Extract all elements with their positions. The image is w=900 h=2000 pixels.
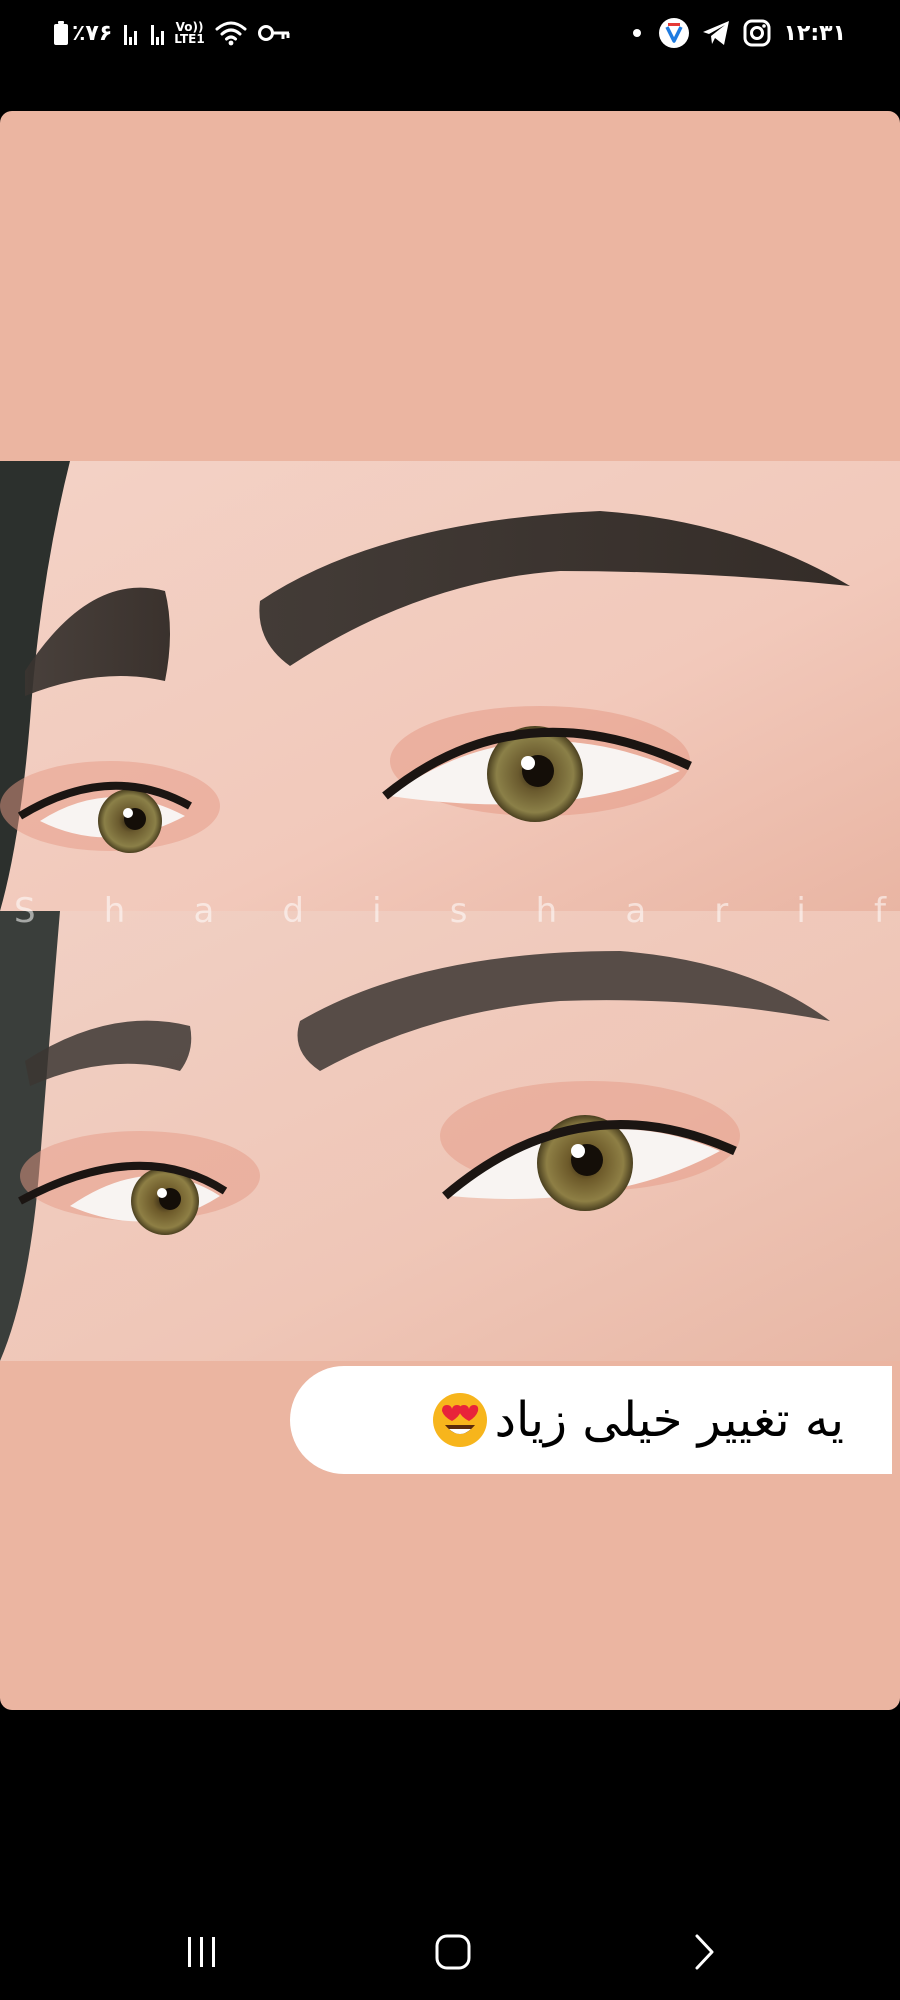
status-time: ۱۲:۳۱ bbox=[783, 20, 846, 46]
before-photo bbox=[0, 911, 900, 1361]
eyes-close-up-image-before bbox=[0, 911, 900, 1361]
eyes-close-up-image bbox=[0, 461, 900, 911]
heart-eyes-emoji-icon bbox=[432, 1393, 487, 1447]
signal-icon-sim2 bbox=[151, 21, 166, 45]
caption-text: یه تغییر خیلی زیاد bbox=[494, 1392, 844, 1448]
signal-icon bbox=[124, 21, 139, 45]
after-photo bbox=[0, 461, 900, 911]
dot-icon bbox=[633, 29, 642, 37]
telegram-icon bbox=[703, 21, 730, 45]
caption-bubble: یه تغییر خیلی زیاد bbox=[290, 1366, 892, 1474]
back-icon bbox=[695, 1934, 714, 1970]
battery-percentage: ٪۷۶ bbox=[72, 20, 113, 46]
instagram-icon bbox=[743, 19, 771, 47]
vpn-shield-icon bbox=[665, 23, 684, 43]
vpn-icon bbox=[659, 18, 690, 48]
wifi-icon bbox=[215, 21, 247, 46]
battery-icon bbox=[54, 21, 68, 45]
recent-apps-button[interactable] bbox=[172, 1932, 232, 1972]
key-icon bbox=[257, 25, 290, 41]
post-media-card[interactable]: S h a d i s h a r i f یه تغییر خیلی زیاد bbox=[0, 111, 900, 1710]
navigation-bar bbox=[0, 1900, 900, 2000]
status-right-group: ۱۲:۳۱ bbox=[633, 14, 846, 52]
back-button[interactable] bbox=[674, 1932, 734, 1972]
volte-icon: Vo)) LTE1 bbox=[174, 21, 204, 45]
home-icon bbox=[435, 1934, 471, 1970]
status-left-group: ٪۷۶ Vo)) LTE1 bbox=[54, 14, 291, 52]
recent-apps-icon bbox=[188, 1937, 215, 1967]
home-button[interactable] bbox=[423, 1932, 483, 1972]
lte-label: LTE1 bbox=[174, 32, 205, 46]
status-bar: ٪۷۶ Vo)) LTE1 ۱۲:۳۱ bbox=[0, 0, 900, 66]
